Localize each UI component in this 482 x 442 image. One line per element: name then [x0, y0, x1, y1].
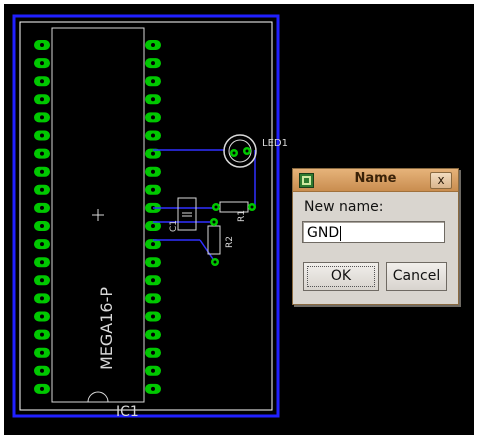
capacitor-ref-label: C1 [169, 220, 179, 232]
chip-ref-label: IC1 [116, 404, 139, 420]
chip-pad-hole [151, 242, 155, 247]
chip-pad-hole [151, 43, 155, 47]
chip-pad-hole [151, 332, 155, 337]
cancel-button[interactable]: Cancel [386, 262, 447, 291]
chip-pad-hole [151, 278, 155, 283]
chip-pad-hole [151, 368, 155, 373]
chip-pad-hole [40, 133, 44, 138]
chip-pad-hole [40, 43, 44, 47]
chip-pad-hole [40, 97, 44, 102]
dialog-titlebar[interactable]: Name x [293, 169, 458, 192]
chip-pad-hole [40, 205, 44, 210]
new-name-value: GND [307, 225, 340, 241]
resistor-r2-ref-label: R2 [225, 236, 235, 248]
new-name-input[interactable]: GND [302, 221, 445, 243]
chip-pad-hole [40, 332, 44, 337]
chip-pad-hole [40, 187, 44, 192]
resistor-r1-pad-a-hole [214, 205, 218, 209]
chip-pad-hole [40, 151, 44, 156]
resistor-r2-pad-b-hole [213, 260, 217, 264]
chip-pad-hole [40, 224, 44, 228]
chip-pad-hole [40, 115, 44, 120]
resistor-r1-pad-b-hole [250, 205, 254, 209]
chip-pad-hole [40, 169, 44, 174]
chip-pad-hole [40, 260, 44, 265]
led-pad-k-hole [245, 149, 249, 153]
text-caret [340, 225, 342, 241]
chip-pad-hole [151, 386, 155, 391]
led-ref-label: LED1 [262, 138, 288, 149]
chip-label: MEGA16-P [97, 287, 116, 370]
chip-pad-hole [40, 296, 44, 301]
chip-pad-hole [151, 260, 155, 265]
chip-pad-hole [151, 133, 155, 138]
new-name-label: New name: [304, 199, 384, 215]
chip-pad-hole [151, 61, 155, 66]
chip-pad-hole [151, 224, 155, 228]
rename-dialog: Name x New name: GND OK Cancel [292, 168, 459, 305]
chip-pad-hole [40, 278, 44, 283]
chip-pad-hole [151, 314, 155, 319]
ok-button[interactable]: OK [303, 262, 379, 291]
chip-pad-hole [151, 296, 155, 301]
chip-pad-hole [151, 350, 155, 355]
led-pad-a-hole [232, 151, 236, 155]
chip-pad-hole [40, 368, 44, 373]
chip-pad-hole [151, 115, 155, 120]
chip-pad-hole [40, 61, 44, 66]
chip-pad-hole [40, 314, 44, 319]
chip-pad-hole [40, 79, 44, 84]
chip-pad-hole [151, 97, 155, 102]
application-window: LED1 C1 R1 R2 MEGA16-P IC1 Name x New na… [0, 0, 482, 442]
chip-pad-hole [151, 79, 155, 84]
chip-pad-hole [40, 386, 44, 391]
chip-pad-hole [151, 151, 155, 156]
resistor-r2-pad-a-hole [212, 220, 216, 224]
close-button[interactable]: x [430, 172, 452, 189]
chip-pad-hole [151, 169, 155, 174]
chip-pad-hole [40, 242, 44, 247]
chip-pad-hole [151, 187, 155, 192]
resistor-r1-ref-label: R1 [237, 210, 247, 222]
chip-pad-hole [40, 350, 44, 355]
